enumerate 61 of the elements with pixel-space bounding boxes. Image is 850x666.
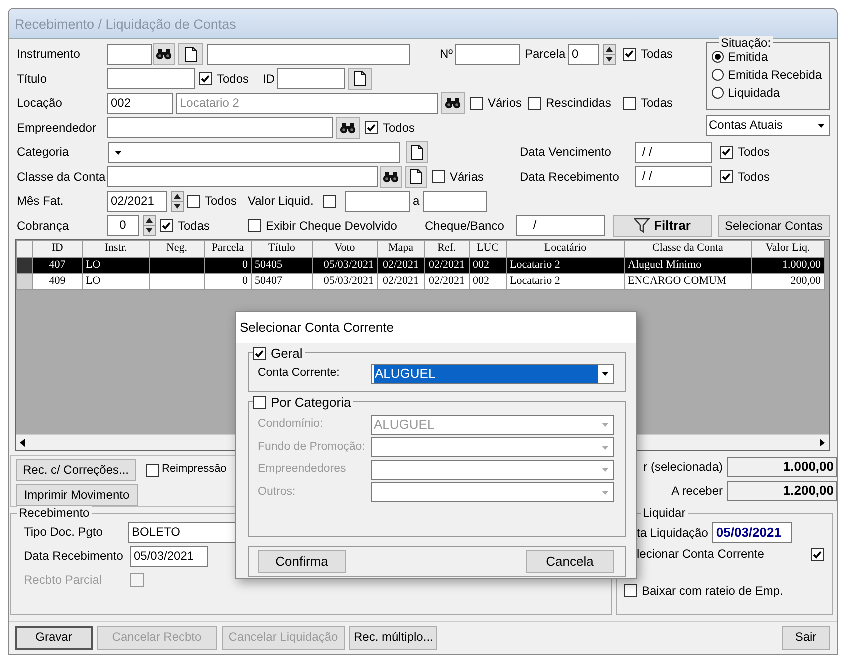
- field-label: Empreendedores: [258, 463, 348, 477]
- table-cell: LO: [82, 274, 150, 290]
- total-value: 1.200,00: [727, 481, 837, 501]
- field-label: Condomínio:: [258, 418, 324, 432]
- field-label: Data Recebimento: [24, 549, 124, 564]
- table-cell: 002: [470, 274, 506, 290]
- group-legend: Situação:: [719, 36, 774, 50]
- table-cell: 50405: [252, 258, 312, 274]
- field-label: Nº: [440, 47, 454, 62]
- table-cell: 002: [470, 258, 506, 274]
- field-label: Data Vencimento: [520, 145, 612, 160]
- total-value: 1.000,00: [727, 457, 837, 477]
- table-cell: 02/2021: [424, 258, 470, 274]
- push-button: Cancelar Liquidação: [222, 626, 345, 650]
- table-cell: 0: [204, 258, 252, 274]
- field-label: Categoria: [17, 145, 70, 160]
- dialog-title: Selecionar Conta Corrente: [236, 312, 636, 343]
- window-title: Recebimento / Liquidação de Contas: [9, 9, 837, 39]
- field-label: Tipo Doc. Pgto: [24, 525, 104, 540]
- table-cell: 0: [204, 274, 252, 290]
- field-label: Instrumento: [17, 47, 82, 62]
- field-label: Empreendedor: [17, 120, 98, 135]
- field-label: Classe da Conta: [17, 170, 107, 184]
- field-label: Mês Fat.: [17, 194, 65, 208]
- table-cell: 02/2021: [378, 274, 424, 290]
- table-cell: 50407: [252, 274, 312, 290]
- group-legend: Recebimento: [17, 506, 92, 520]
- field-label: a: [413, 194, 421, 208]
- total-label: r (selecionada): [644, 460, 723, 474]
- table-cell: Locatario 2: [506, 274, 624, 290]
- table-cell: 200,00: [752, 274, 824, 290]
- field-label: Recbto Parcial: [24, 573, 104, 588]
- table-cell: 02/2021: [424, 274, 470, 290]
- field-label: Outros:: [258, 486, 297, 500]
- table-cell: Locatario 2: [506, 258, 624, 274]
- field-label: ID: [263, 72, 275, 86]
- push-button: Cancelar Recbto: [97, 626, 217, 650]
- table-cell: 1.000,00: [752, 258, 824, 274]
- field-label: ta Liquidação: [637, 526, 708, 540]
- field-label: Cobrança: [17, 218, 70, 233]
- dropdown-value: ALUGUEL: [374, 364, 598, 383]
- dropdown-value: ALUGUEL: [374, 416, 435, 434]
- field-label: Título: [17, 72, 48, 86]
- group-legend: Liquidar: [641, 506, 688, 520]
- table-cell: ENCARGO COMUM: [624, 274, 752, 290]
- dropdown-value: Contas Atuais: [709, 117, 784, 134]
- field-label: Locação: [17, 96, 64, 110]
- table-cell: Aluguel Mínimo: [624, 258, 752, 274]
- total-label: A receber: [672, 484, 723, 498]
- table-cell: 05/03/2021: [312, 274, 378, 290]
- table-cell: LO: [82, 258, 150, 274]
- field-label: Cheque/Banco: [425, 218, 506, 233]
- table-cell: 409: [32, 274, 82, 290]
- table-cell: 407: [32, 258, 82, 274]
- field-label: Parcela: [525, 47, 565, 62]
- field-label: Valor Liquid.: [248, 194, 315, 208]
- table-cell: 05/03/2021: [312, 258, 378, 274]
- field-label: Fundo de Promoção:: [258, 440, 366, 454]
- field-label: Data Recebimento: [520, 170, 620, 184]
- table-cell: 02/2021: [378, 258, 424, 274]
- field-label: Conta Corrente:: [258, 366, 341, 381]
